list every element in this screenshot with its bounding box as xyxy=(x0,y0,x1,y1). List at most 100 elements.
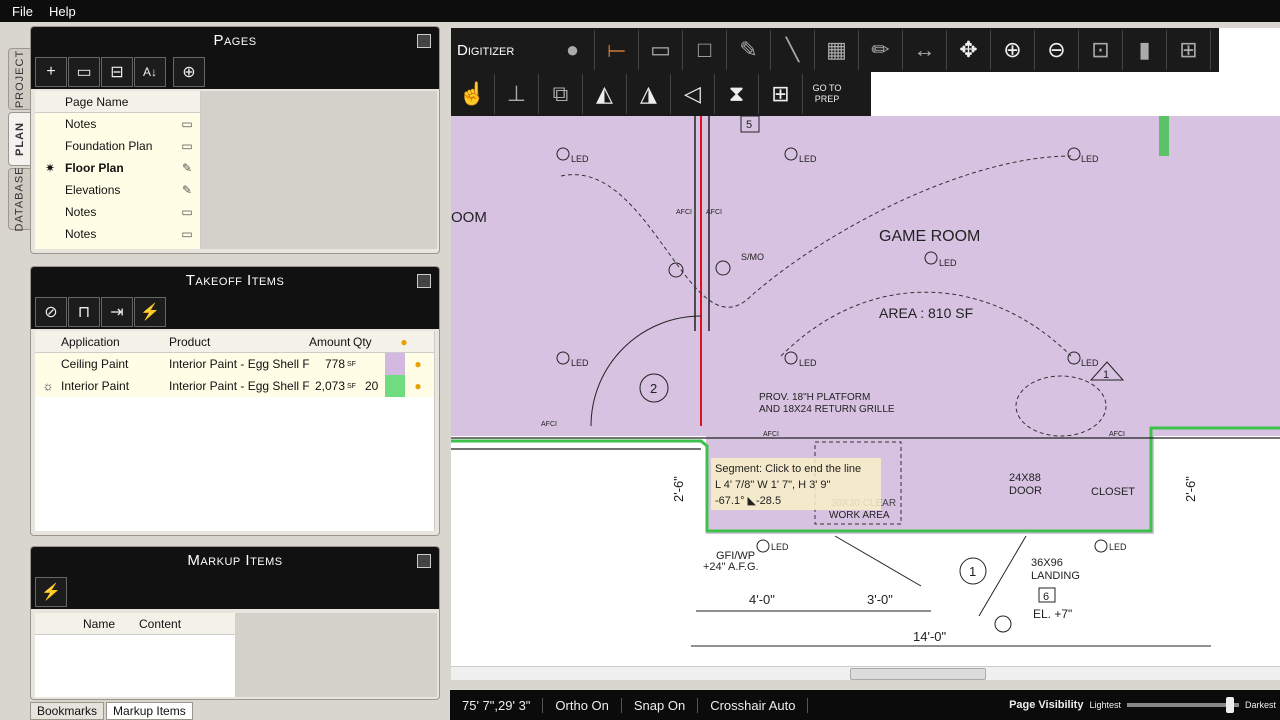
tooltip-line-2: L 4' 7/8" W 1' 7", H 3' 9" xyxy=(715,479,831,491)
zoom-out-icon[interactable]: ⊖ xyxy=(1035,30,1079,70)
stamp-tool-icon[interactable]: ⊥ xyxy=(495,74,539,114)
menu-help[interactable]: Help xyxy=(41,4,84,19)
page-name-header[interactable]: Page Name xyxy=(65,95,128,109)
angle-tool-icon[interactable]: ◁ xyxy=(671,74,715,114)
add-page-icon[interactable]: + xyxy=(35,57,67,87)
led-label-3: LED xyxy=(1081,154,1099,164)
dimension-tool-icon[interactable]: ↔ xyxy=(903,30,947,70)
horizontal-scrollbar[interactable] xyxy=(451,666,1280,680)
snap-toggle[interactable]: Snap On xyxy=(622,697,699,713)
hand-tool-icon[interactable]: ☝ xyxy=(451,74,495,114)
page-row[interactable]: Foundation Plan ▭ xyxy=(35,135,200,157)
pin-icon[interactable] xyxy=(417,274,431,288)
page-row[interactable]: Elevations ✎ xyxy=(35,179,200,201)
content-header[interactable]: Content xyxy=(139,617,181,631)
lightning-icon[interactable]: ⚡ xyxy=(35,577,67,607)
takeoff-row[interactable]: ☼ Interior Paint Interior Paint - Egg Shel… xyxy=(35,375,434,397)
color-swatch[interactable] xyxy=(385,375,405,397)
image-tool-icon[interactable]: ▦ xyxy=(815,30,859,70)
page-properties-icon[interactable]: ⊟ xyxy=(101,57,133,87)
visibility-slider[interactable] xyxy=(1126,697,1239,713)
route-icon[interactable]: ⇥ xyxy=(101,297,133,327)
menu-bar: File Help xyxy=(0,0,1280,22)
comment-tool-icon[interactable]: ✎ xyxy=(727,30,771,70)
visibility-slider-thumb[interactable] xyxy=(1225,697,1234,713)
lightbulb-icon[interactable]: ● xyxy=(393,335,415,349)
line-tool-icon[interactable]: ⟝ xyxy=(595,30,639,70)
new-page-icon[interactable]: ⊞ xyxy=(759,74,803,114)
tab-markup-items[interactable]: Markup Items xyxy=(106,702,193,720)
product-cell: Interior Paint - Egg Shell Fi xyxy=(169,357,309,371)
coordinates-readout: 75' 7",29' 3" xyxy=(450,697,544,713)
vtab-plan[interactable]: PLAN xyxy=(8,112,32,166)
product-header[interactable]: Product xyxy=(169,335,309,349)
circle-tool-icon[interactable]: ● xyxy=(551,30,595,70)
row-marker-icon: ☼ xyxy=(42,379,54,393)
color-swatch[interactable] xyxy=(385,353,405,375)
ruler-icon[interactable]: ▭ xyxy=(177,117,197,131)
name-header[interactable]: Name xyxy=(83,617,139,631)
page-row[interactable]: Notes ▭ xyxy=(35,201,200,223)
pin-icon[interactable] xyxy=(417,554,431,568)
application-header[interactable]: Application xyxy=(61,335,169,349)
markup-panel: Markup Items ⚡ Name Content xyxy=(30,546,440,700)
circle-tag-2: 2 xyxy=(650,381,657,396)
rotate-left-icon[interactable]: ◭ xyxy=(583,74,627,114)
pages-toolbar: + ▭ ⊟ A↓ ⊕ xyxy=(31,55,439,89)
rectangle-tool-icon[interactable]: □ xyxy=(683,30,727,70)
bottom-tabs: Bookmarks Markup Items xyxy=(30,702,195,720)
page-name: Notes xyxy=(65,227,97,241)
pan-tool-icon[interactable]: ✥ xyxy=(947,30,991,70)
vtab-database[interactable]: DATABASE xyxy=(8,166,32,232)
lightbulb-icon[interactable]: ● xyxy=(405,379,431,393)
scrollbar-thumb[interactable] xyxy=(850,668,986,680)
lightning-icon[interactable]: ⚡ xyxy=(134,297,166,327)
digitizer-title: Digitizer xyxy=(457,41,515,59)
ruler-icon[interactable]: ▭ xyxy=(177,227,197,241)
zoom-in-icon[interactable]: ⊕ xyxy=(991,30,1035,70)
ruler-icon[interactable]: ▭ xyxy=(177,205,197,219)
pin-icon[interactable] xyxy=(417,34,431,48)
room-fragment-label: OOM xyxy=(451,209,487,226)
copy-tool-icon[interactable]: ⧉ xyxy=(539,74,583,114)
go-to-prep-button[interactable]: GO TO PREP xyxy=(803,83,851,105)
led-label-6: LED xyxy=(799,358,817,368)
afci-label-1: AFCI xyxy=(676,209,692,216)
search-page-icon[interactable]: ⊕ xyxy=(173,57,205,87)
qty-header[interactable]: Qty xyxy=(353,335,393,349)
page-row[interactable]: ✷ Floor Plan ✎ xyxy=(35,157,200,179)
page-row[interactable]: Notes ▭ xyxy=(35,223,200,245)
plan-canvas[interactable]: GAME ROOM AREA : 810 SF OOM PROV. 18"H P… xyxy=(451,116,1280,666)
freeline-tool-icon[interactable]: ╲ xyxy=(771,30,815,70)
compass-icon[interactable]: ⊘ xyxy=(35,297,67,327)
menu-file[interactable]: File xyxy=(4,4,41,19)
ruler-icon[interactable]: ▭ xyxy=(177,139,197,153)
markup-empty-area xyxy=(235,613,437,697)
pencil-icon[interactable]: ✎ xyxy=(177,183,197,197)
bookmark-icon[interactable]: ▮ xyxy=(1123,30,1167,70)
mirror-tool-icon[interactable]: ⧗ xyxy=(715,74,759,114)
crosshair-toggle[interactable]: Crosshair Auto xyxy=(698,697,809,713)
add-bookmark-icon[interactable]: ⊞ xyxy=(1167,30,1211,70)
amount-cell: 778 xyxy=(324,357,345,371)
takeoff-row[interactable]: Ceiling Paint Interior Paint - Egg Shell … xyxy=(35,353,434,375)
amount-header[interactable]: Amount xyxy=(309,335,353,349)
tab-bookmarks[interactable]: Bookmarks xyxy=(30,702,105,720)
pages-title: Pages xyxy=(31,27,439,55)
rotate-right-icon[interactable]: ◮ xyxy=(627,74,671,114)
takeoff-title: Takeoff Items xyxy=(31,267,439,295)
application-cell: Interior Paint xyxy=(61,379,130,393)
pen-tool-icon[interactable]: ✏ xyxy=(859,30,903,70)
lightbulb-icon[interactable]: ● xyxy=(405,357,431,371)
add-folder-icon[interactable]: ▭ xyxy=(68,57,100,87)
ortho-toggle[interactable]: Ortho On xyxy=(543,697,622,713)
vtab-project[interactable]: PROJECT xyxy=(8,48,32,110)
application-cell: Ceiling Paint xyxy=(61,357,129,371)
pencil-icon[interactable]: ✎ xyxy=(177,161,197,175)
zoom-window-icon[interactable]: ⊡ xyxy=(1079,30,1123,70)
sort-icon[interactable]: A↓ xyxy=(134,57,166,87)
page-row[interactable]: Notes ▭ xyxy=(35,113,200,135)
area-tool-icon[interactable]: ▭ xyxy=(639,30,683,70)
table-icon[interactable]: ⊓ xyxy=(68,297,100,327)
led-label-1: LED xyxy=(571,154,589,164)
